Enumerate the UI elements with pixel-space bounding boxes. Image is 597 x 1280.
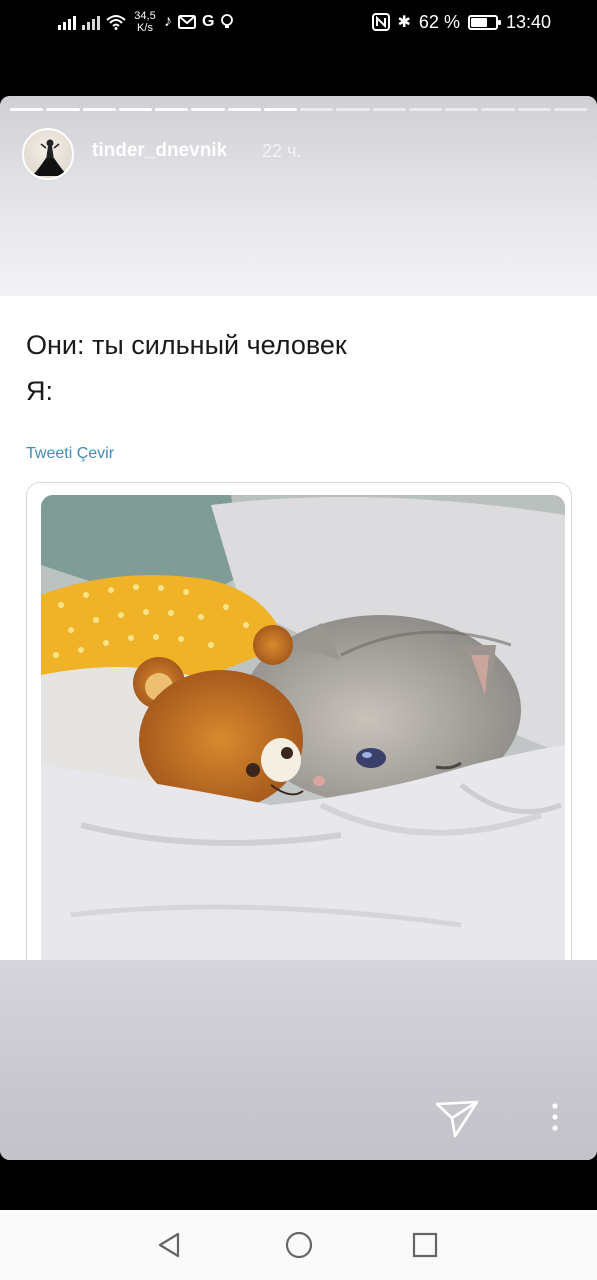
avatar-image [32, 139, 68, 176]
battery-icon [467, 14, 501, 30]
story-progress-segment [118, 108, 152, 111]
story-progress-bar [10, 108, 587, 111]
cat-with-teddy-bear-image [41, 495, 565, 975]
tweet-text-line-2: Я: [26, 376, 53, 406]
bluetooth-icon: ✱ [397, 14, 411, 31]
story-progress-segment [408, 108, 442, 111]
story-progress-segment [553, 108, 587, 111]
status-right: ✱ 62 % 13:40 [371, 8, 551, 36]
story-progress-segment [155, 108, 189, 111]
story-viewer[interactable]: tinder_dnevnik 22 ч. Они: ты сильный чел… [0, 96, 597, 1160]
story-time: 22 ч. [262, 141, 302, 161]
recents-square-icon[interactable] [408, 1228, 442, 1262]
status-left: 34,5 K/s ♪ G [58, 8, 234, 36]
story-header: tinder_dnevnik 22 ч. [0, 96, 597, 296]
battery-fill [470, 17, 488, 27]
tweet-screenshot: Они: ты сильный человек Я: Tweeti Çevir [0, 296, 597, 982]
translate-tweet-link[interactable]: Tweeti Çevir [26, 445, 114, 463]
story-progress-segment [46, 108, 80, 111]
speed-unit: K/s [137, 22, 153, 34]
back-triangle-icon[interactable] [154, 1228, 188, 1262]
story-progress-segment [227, 108, 261, 111]
story-progress-segment [336, 108, 370, 111]
story-progress-segment [82, 108, 116, 111]
google-icon: G [202, 13, 215, 30]
battery-percent: 62 % [418, 11, 460, 32]
story-progress-segment [445, 108, 479, 111]
story-progress-segment [10, 108, 44, 111]
signal-icon [58, 14, 76, 30]
speed-value: 34,5 [134, 10, 156, 22]
nfc-icon [371, 13, 390, 31]
tiktok-icon: ♪ [164, 13, 172, 30]
signal-off-icon [82, 14, 100, 30]
clock: 13:40 [505, 11, 551, 32]
story-progress-segment [517, 108, 551, 111]
avatar[interactable] [22, 128, 74, 180]
gmail-icon [178, 15, 196, 29]
home-circle-icon[interactable] [282, 1228, 316, 1262]
story-footer [0, 960, 597, 1160]
wifi-icon [106, 15, 126, 30]
more-vertical-icon[interactable] [545, 1100, 565, 1136]
story-progress-segment [263, 108, 297, 111]
network-speed: 34,5 K/s [132, 10, 158, 34]
story-username[interactable]: tinder_dnevnik [92, 140, 227, 162]
bulb-icon [221, 14, 234, 28]
story-progress-segment [372, 108, 406, 111]
status-bar: 34,5 K/s ♪ G ✱ 62 % 13:40 [0, 0, 597, 44]
story-progress-segment [300, 108, 334, 111]
tweet-media-card [26, 482, 572, 982]
send-icon[interactable] [434, 1096, 480, 1142]
navigation-bar [0, 1210, 597, 1280]
story-progress-segment [481, 108, 515, 111]
story-progress-segment [191, 108, 225, 111]
tweet-text-line-1: Они: ты сильный человек [26, 330, 347, 360]
